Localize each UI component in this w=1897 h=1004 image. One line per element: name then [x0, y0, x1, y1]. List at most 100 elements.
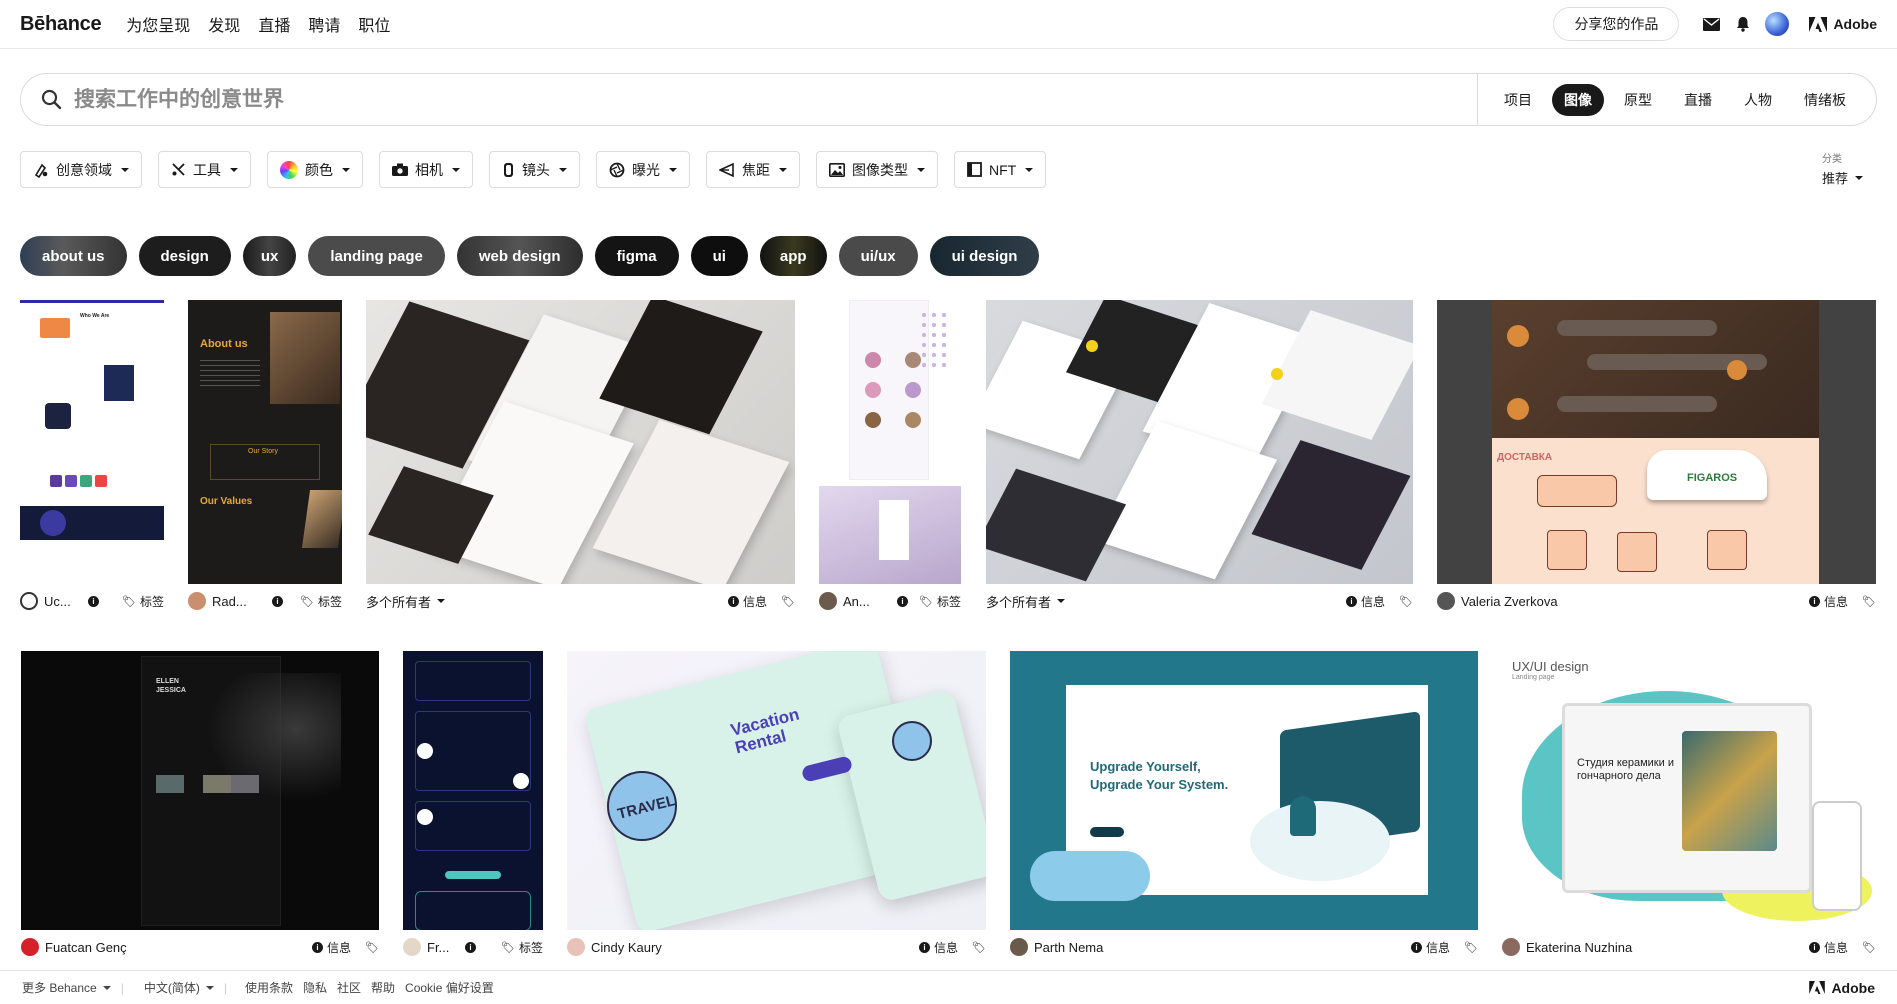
info-button[interactable]: i 信息: [919, 939, 958, 956]
owner-avatar[interactable]: [1010, 938, 1028, 956]
info-icon[interactable]: i: [272, 595, 283, 607]
image-card[interactable]: Who We Are Uc... i 🏷 标签: [20, 300, 164, 610]
info-icon[interactable]: i: [897, 595, 908, 607]
footer-link-terms[interactable]: 使用条款: [245, 979, 293, 996]
owner-avatar[interactable]: [403, 938, 421, 956]
tag-chip[interactable]: ux: [242, 236, 297, 276]
footer-adobe-link[interactable]: Adobe: [1809, 980, 1875, 996]
tags-button[interactable]: 🏷 标签: [122, 593, 164, 610]
owner-avatar[interactable]: [20, 592, 38, 610]
info-button[interactable]: i 信息: [1411, 939, 1450, 956]
filter-color[interactable]: 颜色: [267, 151, 363, 188]
image-card[interactable]: Vacation Rental TRAVEL Cindy Kaury i 信息 🏷: [567, 651, 986, 961]
tag-icon[interactable]: 🏷: [1464, 941, 1478, 954]
card-thumbnail[interactable]: ДОСТАВКА FIGAROS: [1437, 300, 1876, 584]
filter-exposure[interactable]: 曝光: [596, 151, 690, 188]
search-input[interactable]: [74, 87, 674, 112]
tag-chip[interactable]: design: [138, 236, 231, 276]
owner-name[interactable]: Cindy Kaury: [591, 940, 662, 955]
multiple-owners-dropdown[interactable]: 多个所有者: [986, 592, 1066, 611]
card-thumbnail[interactable]: ELLEN JESSICA: [21, 651, 379, 930]
tag-chip[interactable]: app: [759, 236, 827, 276]
card-thumbnail[interactable]: Who We Are: [20, 300, 164, 584]
filter-image-type[interactable]: 图像类型: [816, 151, 938, 188]
image-card[interactable]: ELLEN JESSICA Fuatcan Genç i 信息 🏷: [21, 651, 379, 961]
tag-icon[interactable]: 🏷: [1399, 595, 1413, 608]
info-button[interactable]: i 信息: [728, 593, 767, 610]
card-thumbnail[interactable]: [819, 300, 961, 584]
tag-chip[interactable]: about us: [20, 236, 127, 276]
owner-name[interactable]: Rad...: [212, 594, 252, 609]
image-card[interactable]: About us Our Story Our Values Rad... i 🏷…: [188, 300, 342, 610]
owner-name[interactable]: Uc...: [44, 594, 80, 609]
filter-camera[interactable]: 相机: [379, 151, 473, 188]
info-button[interactable]: i 信息: [1809, 939, 1848, 956]
user-avatar[interactable]: [1765, 12, 1790, 36]
tab-people[interactable]: 人物: [1732, 84, 1784, 116]
info-icon[interactable]: i: [88, 595, 99, 607]
tag-icon[interactable]: 🏷: [972, 941, 986, 954]
tab-images[interactable]: 图像: [1552, 83, 1604, 116]
adobe-link[interactable]: Adobe: [1809, 16, 1877, 32]
footer-link-privacy[interactable]: 隐私: [303, 979, 327, 996]
behance-logo[interactable]: Bēhance: [20, 13, 102, 36]
owner-name[interactable]: Fr...: [427, 940, 455, 955]
footer-link-help[interactable]: 帮助: [371, 979, 395, 996]
owner-avatar[interactable]: [567, 938, 585, 956]
multiple-owners-dropdown[interactable]: 多个所有者: [366, 592, 446, 611]
language-dropdown[interactable]: 中文(简体): [144, 979, 214, 996]
nav-jobs[interactable]: 职位: [358, 12, 390, 36]
image-card[interactable]: An... i 🏷 标签: [819, 300, 961, 610]
card-thumbnail[interactable]: [403, 651, 543, 930]
tag-chip[interactable]: ui design: [929, 236, 1040, 276]
filter-nft[interactable]: NFT: [954, 151, 1047, 188]
card-thumbnail[interactable]: About us Our Story Our Values: [188, 300, 342, 584]
mail-icon[interactable]: [1701, 14, 1721, 34]
tag-chip[interactable]: web design: [456, 236, 583, 276]
owner-avatar[interactable]: [21, 938, 39, 956]
owner-avatar[interactable]: [819, 592, 837, 610]
info-icon[interactable]: i: [465, 941, 476, 953]
tab-projects[interactable]: 项目: [1492, 84, 1544, 116]
tag-icon[interactable]: 🏷: [1862, 941, 1876, 954]
info-button[interactable]: i 信息: [1809, 593, 1848, 610]
tags-button[interactable]: 🏷 标签: [300, 593, 342, 610]
nav-live[interactable]: 直播: [258, 12, 290, 36]
filter-lens[interactable]: 镜头: [489, 151, 580, 188]
owner-avatar[interactable]: [1437, 592, 1455, 610]
tab-prototypes[interactable]: 原型: [1612, 84, 1664, 116]
nav-discover[interactable]: 发现: [208, 12, 240, 36]
tag-chip[interactable]: ui: [690, 236, 748, 276]
tags-button[interactable]: 🏷 标签: [919, 593, 961, 610]
filter-focal-length[interactable]: 焦距: [706, 151, 800, 188]
card-thumbnail[interactable]: [986, 300, 1413, 584]
owner-avatar[interactable]: [1502, 938, 1520, 956]
tag-chip[interactable]: figma: [594, 236, 679, 276]
image-card[interactable]: 多个所有者 i 信息 🏷: [366, 300, 795, 610]
tag-icon[interactable]: 🏷: [365, 941, 379, 954]
owner-name[interactable]: Parth Nema: [1034, 940, 1103, 955]
footer-link-community[interactable]: 社区: [337, 979, 361, 996]
info-button[interactable]: i 信息: [1346, 593, 1385, 610]
nav-for-you[interactable]: 为您呈现: [126, 12, 190, 36]
footer-link-cookie[interactable]: Cookie 偏好设置: [405, 979, 494, 996]
image-card[interactable]: UX/UI design Landing page Студия керамик…: [1502, 651, 1876, 961]
card-thumbnail[interactable]: UX/UI design Landing page Студия керамик…: [1502, 651, 1876, 930]
filter-tools[interactable]: 工具: [158, 151, 251, 188]
sort-dropdown[interactable]: 分类 推荐: [1822, 150, 1864, 187]
owner-name[interactable]: Valeria Zverkova: [1461, 594, 1558, 609]
card-thumbnail[interactable]: [366, 300, 795, 584]
tag-chip[interactable]: landing page: [308, 236, 445, 276]
filter-creative-field[interactable]: 创意领域: [20, 151, 142, 188]
tab-moodboards[interactable]: 情绪板: [1792, 84, 1858, 116]
share-work-button[interactable]: 分享您的作品: [1553, 7, 1680, 41]
owner-name[interactable]: Fuatcan Genç: [45, 940, 127, 955]
owner-name[interactable]: An...: [843, 594, 877, 609]
info-button[interactable]: i 信息: [312, 939, 351, 956]
tag-icon[interactable]: 🏷: [781, 595, 795, 608]
nav-hire[interactable]: 聘请: [308, 12, 340, 36]
image-card[interactable]: ДОСТАВКА FIGAROS Valeria Zverkova i 信息 🏷: [1437, 300, 1876, 610]
image-card[interactable]: Fr... i 🏷 标签: [403, 651, 543, 961]
bell-icon[interactable]: [1733, 14, 1753, 34]
owner-avatar[interactable]: [188, 592, 206, 610]
